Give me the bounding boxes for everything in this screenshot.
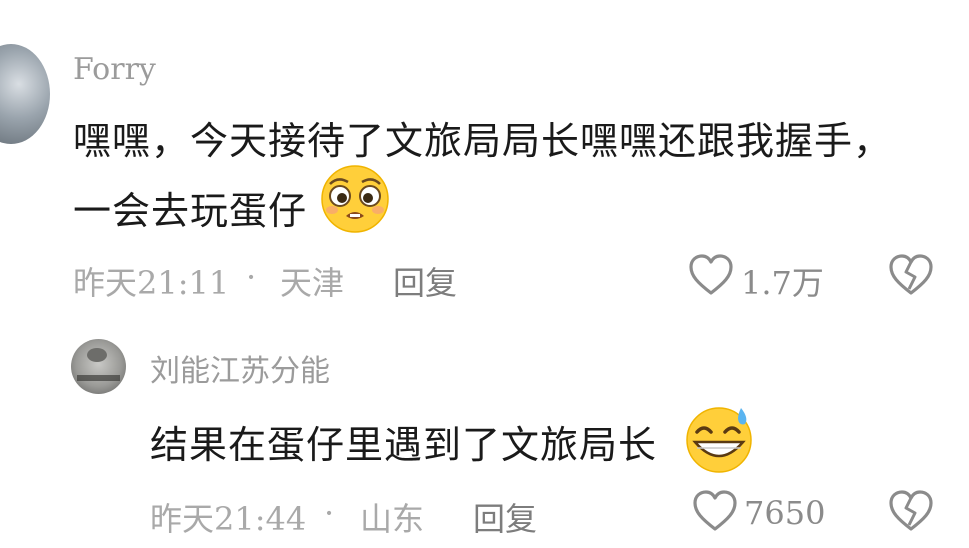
- comment-username[interactable]: 刘能江苏分能: [150, 346, 330, 390]
- like-count: 1.7万: [741, 264, 824, 302]
- comment-time: 昨天21:44: [150, 500, 307, 538]
- comment-location: 山东: [360, 500, 425, 538]
- pleading-face-emoji: [320, 164, 390, 234]
- comment-username[interactable]: Forry: [73, 52, 156, 87]
- heart-outline-icon[interactable]: [688, 253, 734, 297]
- avatar[interactable]: [71, 339, 126, 394]
- heart-outline-icon[interactable]: [692, 489, 738, 533]
- reply-button[interactable]: 回复: [393, 258, 457, 304]
- comment-text-line: 一会去玩蛋仔: [73, 189, 308, 233]
- broken-heart-icon[interactable]: [888, 253, 934, 297]
- comment-text: 结果在蛋仔里遇到了文旅局长: [150, 423, 658, 467]
- like-count: 7650: [744, 494, 826, 532]
- meta-separator: ·: [324, 494, 335, 532]
- comment-location: 天津: [280, 264, 345, 302]
- meta-separator: ·: [246, 258, 257, 296]
- avatar[interactable]: [0, 44, 50, 144]
- comment-text-line: 嘿嘿，今天接待了文旅局局长嘿嘿还跟我握手，: [73, 119, 893, 163]
- reply-button[interactable]: 回复: [473, 494, 537, 540]
- comment-time: 昨天21:11: [73, 264, 230, 302]
- broken-heart-icon[interactable]: [888, 489, 934, 533]
- grinning-sweat-emoji: [683, 402, 755, 474]
